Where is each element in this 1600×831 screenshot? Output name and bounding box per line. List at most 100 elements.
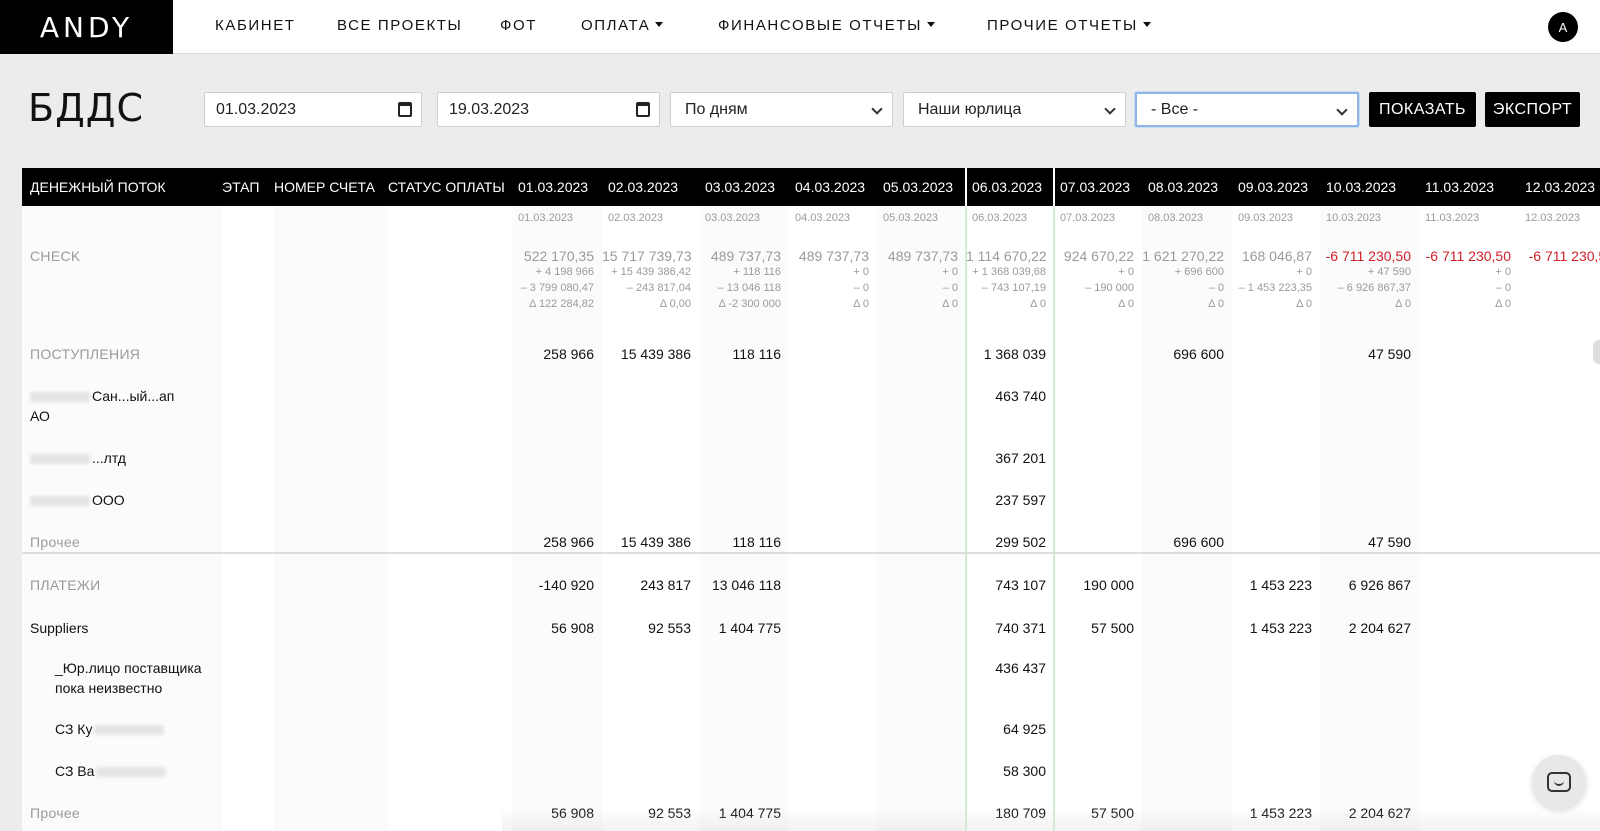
- header-stage[interactable]: ЭТАП: [222, 168, 259, 206]
- calendar-icon[interactable]: [398, 102, 412, 117]
- row-label[interactable]: СЗ Ку: [55, 719, 165, 739]
- date-to-input[interactable]: 19.03.2023: [437, 92, 660, 127]
- row-label[interactable]: Сан...ый...ап АО: [30, 386, 174, 426]
- check-balance: 1 114 670,22: [966, 248, 1047, 264]
- user-avatar[interactable]: A: [1548, 12, 1578, 42]
- project-select[interactable]: - Все -: [1135, 92, 1359, 127]
- header-date[interactable]: 10.03.2023: [1326, 168, 1396, 206]
- row-label[interactable]: Прочее: [30, 803, 80, 823]
- table-cell-value[interactable]: 56 908: [512, 618, 594, 638]
- nav-other-reports[interactable]: ПРОЧИЕ ОТЧЕТЫ: [987, 17, 1151, 34]
- row-label[interactable]: Прочее: [30, 532, 80, 552]
- nav-cabinet[interactable]: КАБИНЕТ: [215, 17, 296, 34]
- table-cell-value[interactable]: 118 116: [699, 344, 781, 364]
- row-label-text: Сан...ый...ап: [92, 388, 175, 404]
- check-balance: -6 711 230,50: [1425, 248, 1511, 264]
- table-cell-value[interactable]: 15 439 386: [602, 532, 691, 552]
- check-label: CHECK: [30, 248, 81, 264]
- chat-button[interactable]: [1532, 755, 1586, 809]
- table-cell-value[interactable]: 1 404 775: [699, 618, 781, 638]
- check-minus: – 243 817,04: [626, 282, 691, 294]
- header-date[interactable]: 04.03.2023: [795, 168, 865, 206]
- table-cell-value[interactable]: 463 740: [966, 386, 1046, 406]
- side-panel-handle[interactable]: [1593, 340, 1600, 364]
- table-cell-value[interactable]: 1 368 039: [966, 344, 1046, 364]
- table-cell-value[interactable]: 92 553: [602, 618, 691, 638]
- redacted-text: [30, 392, 90, 403]
- row-label-text: АО: [30, 408, 50, 424]
- header-date[interactable]: 08.03.2023: [1148, 168, 1218, 206]
- header-date[interactable]: 05.03.2023: [883, 168, 953, 206]
- subheader-date: 02.03.2023: [608, 212, 664, 224]
- header-date[interactable]: 11.03.2023: [1425, 168, 1494, 206]
- header-date[interactable]: 06.03.2023: [972, 168, 1042, 206]
- row-label[interactable]: СЗ Ва: [55, 761, 167, 781]
- row-label[interactable]: ПЛАТЕЖИ: [30, 575, 100, 595]
- entities-select[interactable]: Наши юрлица: [903, 92, 1126, 127]
- nav-payment[interactable]: ОПЛАТА: [581, 17, 664, 34]
- table-cell-value[interactable]: 258 966: [512, 532, 594, 552]
- row-label[interactable]: Suppliers: [30, 618, 88, 638]
- table-cell-value[interactable]: 258 966: [512, 344, 594, 364]
- table-cell-value[interactable]: 47 590: [1320, 344, 1411, 364]
- subheader-date: 11.03.2023: [1425, 212, 1480, 224]
- header-date[interactable]: 09.03.2023: [1238, 168, 1308, 206]
- table-cell-value[interactable]: 436 437: [966, 658, 1046, 678]
- table-cell-value[interactable]: 740 371: [966, 618, 1046, 638]
- header-date[interactable]: 12.03.2023: [1525, 168, 1595, 206]
- row-label[interactable]: ПОСТУПЛЕНИЯ: [30, 344, 140, 364]
- table-cell-value[interactable]: 190 000: [1054, 575, 1134, 595]
- table-cell-value[interactable]: 15 439 386: [602, 344, 691, 364]
- table-cell-value[interactable]: -140 920: [512, 575, 594, 595]
- table-cell-value[interactable]: 6 926 867: [1320, 575, 1411, 595]
- check-delta: Δ 0: [1395, 298, 1411, 310]
- table-cell-value[interactable]: 243 817: [602, 575, 691, 595]
- table-cell-value[interactable]: 743 107: [966, 575, 1046, 595]
- header-invoice-number[interactable]: НОМЕР СЧЕТА: [274, 168, 375, 206]
- table-cell-value[interactable]: 1 453 223: [1232, 618, 1312, 638]
- subheader-date: 10.03.2023: [1326, 212, 1382, 224]
- header-payment-status[interactable]: СТАТУС ОПЛАТЫ: [388, 168, 505, 206]
- row-label[interactable]: ООО: [30, 490, 125, 510]
- andy-logo[interactable]: ANDY: [0, 0, 173, 54]
- calendar-icon[interactable]: [636, 102, 650, 117]
- table-cell-value[interactable]: 696 600: [1142, 344, 1224, 364]
- table-cell-value[interactable]: 299 502: [966, 532, 1046, 552]
- entities-value: Наши юрлица: [918, 100, 1022, 118]
- subheader-date: 01.03.2023: [518, 212, 574, 224]
- check-plus: + 0: [853, 266, 869, 278]
- table-cell-value[interactable]: 118 116: [699, 532, 781, 552]
- table-cell-value[interactable]: 367 201: [966, 448, 1046, 468]
- table-cell-value[interactable]: 58 300: [966, 761, 1046, 781]
- table-cell-value[interactable]: 47 590: [1320, 532, 1411, 552]
- nav-all-projects[interactable]: ВСЕ ПРОЕКТЫ: [337, 17, 462, 34]
- redacted-text: [96, 767, 167, 778]
- table-cell-value[interactable]: 57 500: [1054, 618, 1134, 638]
- nav-financial-reports[interactable]: ФИНАНСОВЫЕ ОТЧЕТЫ: [718, 17, 935, 34]
- header-date[interactable]: 03.03.2023: [705, 168, 775, 206]
- table-cell-value[interactable]: 2 204 627: [1320, 618, 1411, 638]
- show-button[interactable]: ПОКАЗАТЬ: [1369, 92, 1476, 127]
- row-label[interactable]: ...лтд: [30, 448, 126, 468]
- date-from-input[interactable]: 01.03.2023: [204, 92, 422, 127]
- grouping-select[interactable]: По дням: [670, 92, 893, 127]
- nav-fot[interactable]: ФОТ: [500, 17, 537, 34]
- header-date[interactable]: 07.03.2023: [1060, 168, 1130, 206]
- check-plus: + 0: [942, 266, 958, 278]
- header-cash-flow[interactable]: ДЕНЕЖНЫЙ ПОТОК: [30, 168, 166, 206]
- table-cell-value[interactable]: 696 600: [1142, 532, 1224, 552]
- export-button[interactable]: ЭКСПОРТ: [1485, 92, 1580, 127]
- header-date[interactable]: 01.03.2023: [518, 168, 588, 206]
- check-delta: Δ -2 300 000: [718, 298, 781, 310]
- header-date[interactable]: 02.03.2023: [608, 168, 678, 206]
- row-label[interactable]: _Юр.лицо поставщика пока неизвестно: [55, 658, 202, 698]
- table-cell-value[interactable]: 237 597: [966, 490, 1046, 510]
- section-divider: [22, 552, 1600, 554]
- check-balance: 15 717 739,73: [602, 248, 692, 264]
- table-cell-value[interactable]: 13 046 118: [699, 575, 781, 595]
- table-cell-value[interactable]: 64 925: [966, 719, 1046, 739]
- check-delta: Δ 0: [1208, 298, 1224, 310]
- check-balance: 522 170,35: [523, 248, 594, 264]
- subheader-date: 09.03.2023: [1238, 212, 1294, 224]
- table-cell-value[interactable]: 1 453 223: [1232, 575, 1312, 595]
